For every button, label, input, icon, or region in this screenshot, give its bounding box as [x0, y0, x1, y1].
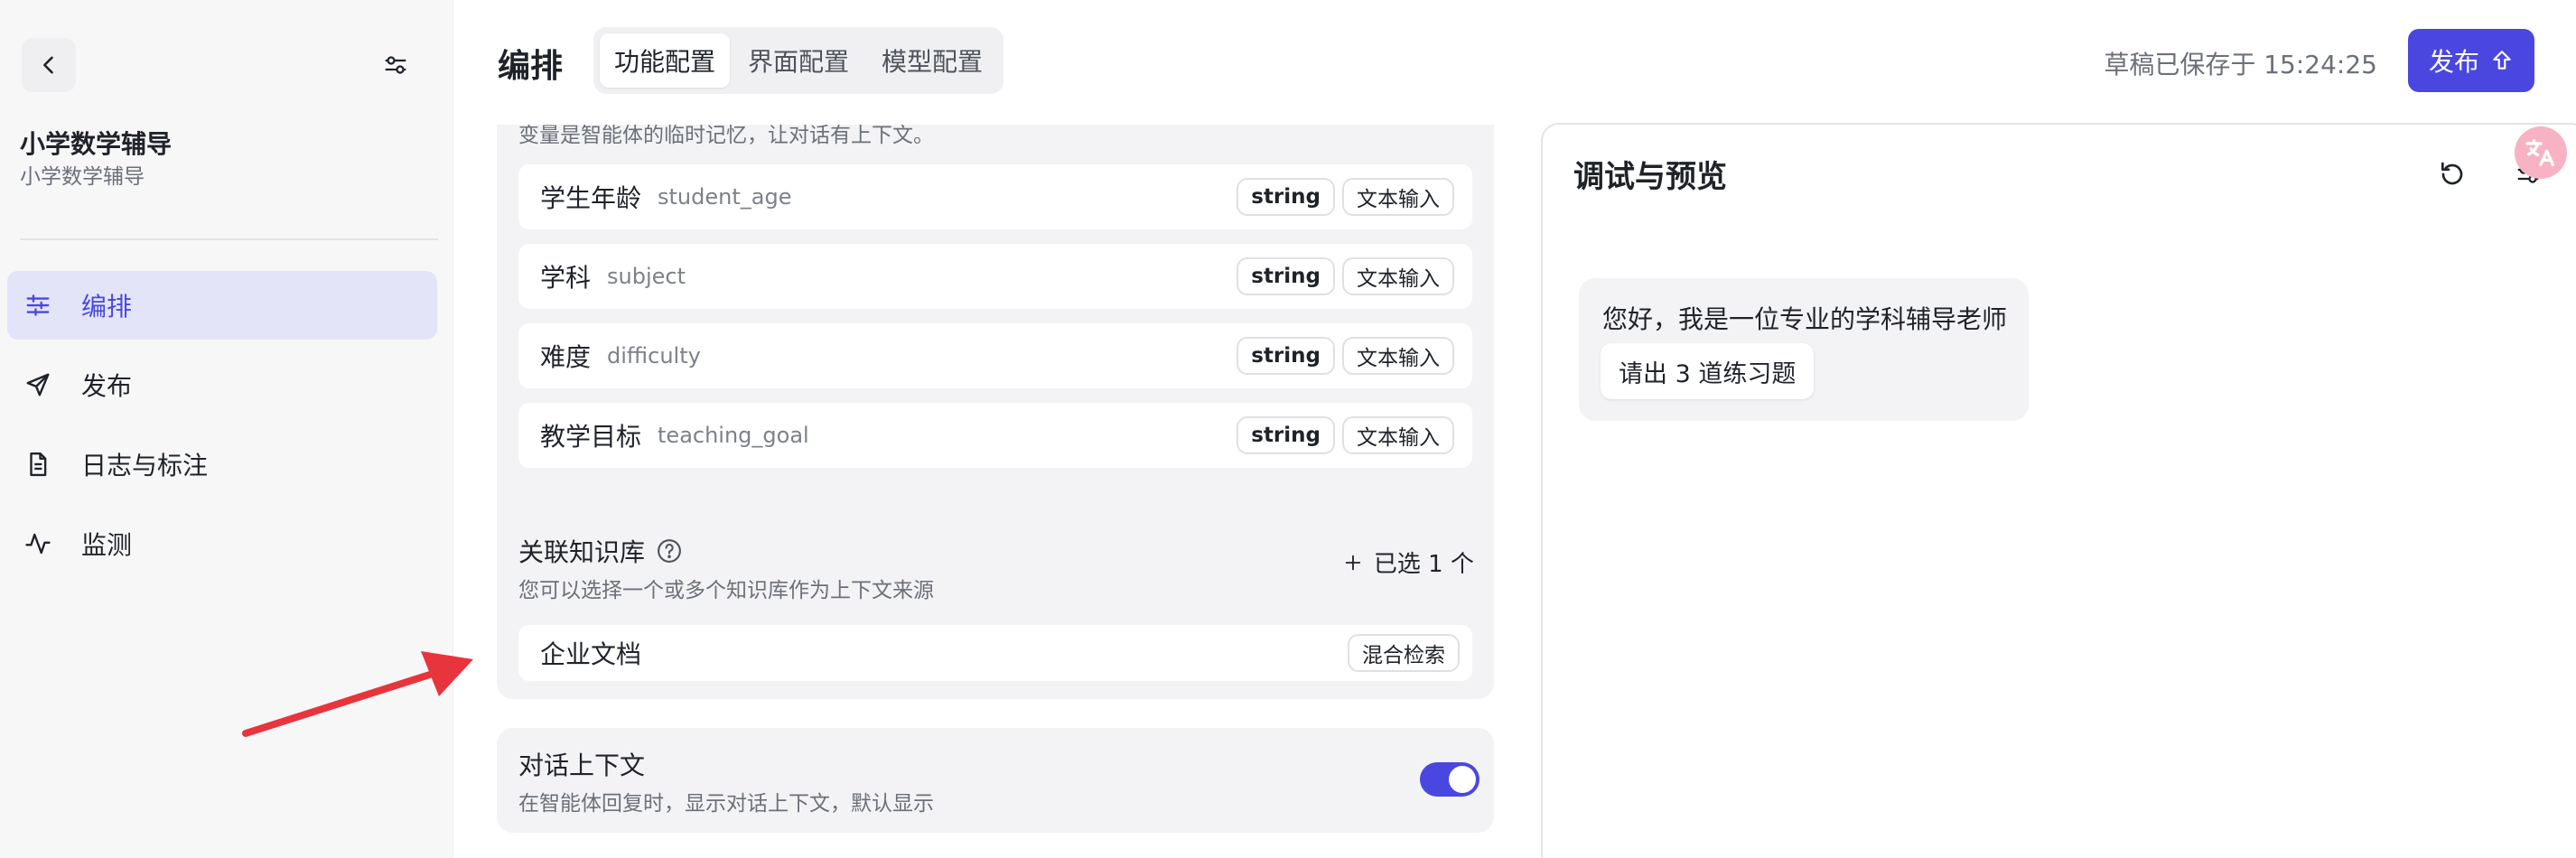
- knowledge-base-row[interactable]: 企业文档 混合检索: [518, 625, 1472, 681]
- conversation-context-card: 对话上下文 在智能体回复时，显示对话上下文，默认显示: [497, 728, 1494, 833]
- translate-extension-button[interactable]: [2515, 126, 2567, 179]
- variable-key: difficulty: [607, 343, 701, 368]
- variable-name: 教学目标: [540, 422, 642, 452]
- plus-icon: [1345, 555, 1361, 570]
- preview-title: 调试与预览: [1573, 159, 1727, 195]
- knowledge-base-title: 关联知识库: [518, 533, 683, 569]
- config-tabs: 功能配置 界面配置 模型配置: [593, 27, 1004, 94]
- variable-type-tag: string: [1237, 337, 1335, 375]
- publish-button[interactable]: 发布: [2408, 29, 2534, 92]
- app-name: 小学数学辅导: [20, 129, 173, 159]
- sidebar-item-label: 日志与标注: [81, 451, 209, 480]
- variable-input-tag: 文本输入: [1342, 178, 1454, 216]
- top-header: 编排 功能配置 界面配置 模型配置 草稿已保存于 15:24:25 发布: [454, 0, 2576, 125]
- sidebar-item-monitor[interactable]: 监测: [7, 509, 437, 578]
- assistant-message: 您好，我是一位专业的学科辅导老师 请出 3 道练习题: [1579, 278, 2029, 421]
- activity-icon: [22, 527, 54, 560]
- variable-input-tag: 文本输入: [1342, 257, 1454, 295]
- variable-input-tag: 文本输入: [1342, 416, 1454, 454]
- knowledge-base-name: 企业文档: [540, 639, 642, 669]
- back-button[interactable]: [22, 38, 76, 92]
- sidebar-item-logs[interactable]: 日志与标注: [7, 430, 437, 499]
- sidebar-item-label: 监测: [81, 530, 133, 560]
- tab-model-config[interactable]: 模型配置: [867, 33, 997, 88]
- variable-type-tag: string: [1237, 178, 1335, 216]
- app-settings-button[interactable]: [369, 38, 423, 92]
- app-subtitle: 小学数学辅导: [20, 165, 145, 189]
- conversation-context-title: 对话上下文: [518, 751, 646, 780]
- suggested-question-button[interactable]: 请出 3 道练习题: [1601, 343, 1815, 399]
- sliders-icon: [22, 289, 54, 322]
- variable-input-tag: 文本输入: [1342, 337, 1454, 375]
- assistant-greeting: 您好，我是一位专业的学科辅导老师: [1602, 304, 2008, 334]
- variable-row[interactable]: 学科 subject string 文本输入: [518, 244, 1472, 309]
- variable-type-tag: string: [1237, 257, 1335, 295]
- refresh-icon: [2441, 162, 2463, 185]
- sidebar-item-publish[interactable]: 发布: [7, 350, 437, 419]
- sidebar-item-label: 编排: [81, 292, 133, 322]
- knowledge-base-card: 关联知识库 您可以选择一个或多个知识库作为上下文来源 已选 1 个 企业文档 混…: [497, 515, 1494, 699]
- variable-name: 学科: [540, 263, 592, 293]
- save-status: 草稿已保存于 15:24:25: [2104, 50, 2377, 79]
- sidebar: 小学数学辅导 小学数学辅导 编排 发布 日志与标注 监测: [0, 0, 453, 858]
- chevron-left-icon: [43, 56, 53, 74]
- restart-button[interactable]: [2430, 152, 2475, 197]
- variable-name: 难度: [540, 342, 592, 372]
- conversation-context-subtitle: 在智能体回复时，显示对话上下文，默认显示: [518, 792, 934, 816]
- help-circle-icon[interactable]: [656, 537, 683, 564]
- arrow-up-icon: [2493, 51, 2511, 70]
- add-knowledge-base-label: 已选 1 个: [1373, 551, 1474, 578]
- tab-feature-config[interactable]: 功能配置: [600, 33, 731, 88]
- sidebar-divider: [20, 238, 438, 240]
- translate-icon: [2525, 139, 2554, 166]
- variable-type-tag: string: [1237, 416, 1335, 454]
- variable-name: 学生年龄: [540, 183, 642, 213]
- variable-key: teaching_goal: [658, 423, 809, 448]
- document-icon: [22, 448, 54, 480]
- publish-button-label: 发布: [2428, 47, 2479, 77]
- tab-ui-config[interactable]: 界面配置: [733, 33, 863, 88]
- variable-row[interactable]: 难度 difficulty string 文本输入: [518, 323, 1472, 388]
- sidebar-item-label: 发布: [81, 371, 133, 401]
- debug-preview-panel: 调试与预览 您好，我是一位专业的学科辅导老师 请出 3 道练习题: [1541, 123, 2576, 858]
- retrieval-mode-tag[interactable]: 混合检索: [1348, 634, 1460, 672]
- variable-row[interactable]: 学生年龄 student_age string 文本输入: [518, 164, 1472, 229]
- knowledge-base-title-text: 关联知识库: [518, 537, 646, 567]
- page-title: 编排: [498, 48, 564, 85]
- add-knowledge-base-button[interactable]: 已选 1 个: [1343, 546, 1474, 579]
- variable-key: student_age: [658, 184, 792, 210]
- variable-key: subject: [607, 264, 686, 289]
- variables-description: 变量是智能体的临时记忆，让对话有上下文。: [518, 125, 934, 147]
- settings-sliders-icon: [385, 56, 406, 74]
- variable-row[interactable]: 教学目标 teaching_goal string 文本输入: [518, 403, 1472, 468]
- config-panel[interactable]: 变量是智能体的临时记忆，让对话有上下文。 学生年龄 student_age st…: [497, 125, 1494, 858]
- send-icon: [22, 368, 54, 401]
- knowledge-base-subtitle: 您可以选择一个或多个知识库作为上下文来源: [518, 579, 934, 602]
- toggle-knob: [1449, 766, 1476, 793]
- sidebar-item-orchestrate[interactable]: 编排: [7, 271, 437, 340]
- conversation-context-toggle[interactable]: [1420, 762, 1479, 797]
